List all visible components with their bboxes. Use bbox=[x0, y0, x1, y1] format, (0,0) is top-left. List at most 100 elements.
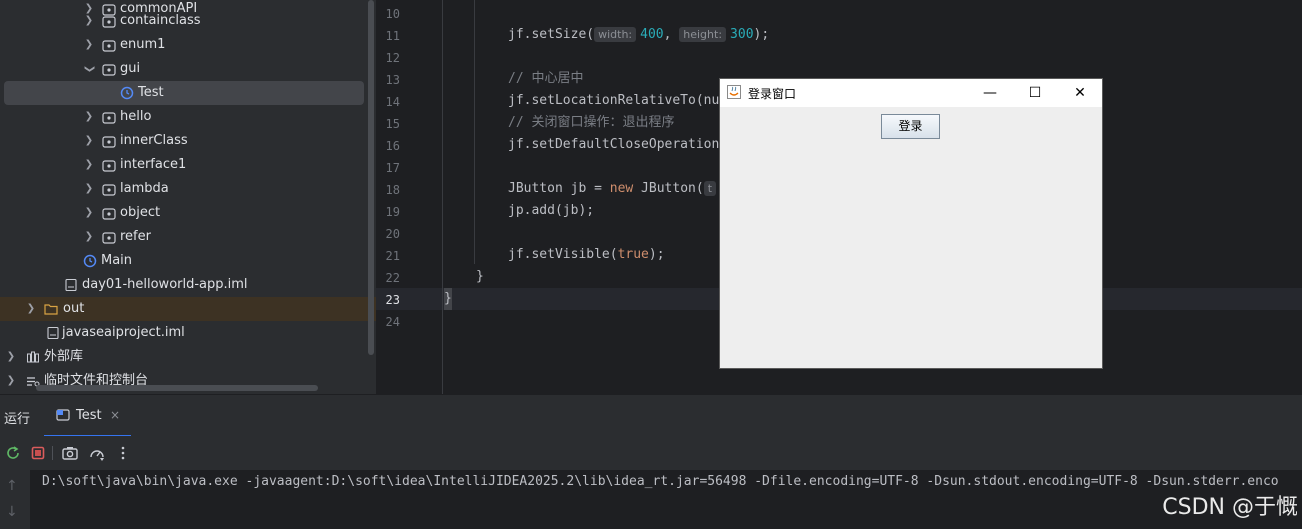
run-tab-label: Test bbox=[76, 408, 102, 423]
console-command-line: D:\soft\java\bin\java.exe -javaagent:D:\… bbox=[42, 474, 1279, 489]
line-number: 22 bbox=[385, 271, 400, 285]
tree-item-object[interactable]: ❯ object bbox=[4, 201, 364, 225]
tree-item-innerclass[interactable]: ❯ innerClass bbox=[4, 129, 364, 153]
package-icon bbox=[102, 16, 116, 28]
package-icon bbox=[102, 232, 116, 244]
code-number: 300 bbox=[730, 27, 754, 42]
code-keyword: new bbox=[609, 181, 634, 196]
window-titlebar[interactable]: 登录窗口 — ☐ ✕ bbox=[720, 79, 1102, 107]
line-number: 24 bbox=[385, 315, 400, 329]
scroll-up-icon[interactable]: ↑ bbox=[6, 478, 18, 494]
line-number-current: 23 bbox=[385, 293, 400, 307]
tree-item-external-libraries[interactable]: ❯ 外部库 bbox=[4, 345, 364, 369]
close-tab-icon[interactable]: × bbox=[110, 408, 120, 422]
tree-item-lambda[interactable]: ❯ lambda bbox=[4, 177, 364, 201]
code-line-13: // 中心居中 bbox=[508, 71, 584, 86]
tree-item-label: containclass bbox=[120, 13, 201, 28]
package-icon bbox=[102, 184, 116, 196]
rerun-icon[interactable] bbox=[4, 444, 22, 462]
package-icon bbox=[102, 112, 116, 124]
more-options-icon[interactable] bbox=[114, 444, 132, 462]
iml-file-icon bbox=[65, 278, 77, 292]
line-number: 14 bbox=[385, 95, 400, 109]
tree-item-label: interface1 bbox=[120, 157, 187, 172]
chevron-right-icon[interactable]: ❯ bbox=[82, 33, 96, 57]
console-side-toolbar: ↑ ↓ bbox=[0, 470, 30, 529]
chevron-right-icon[interactable]: ❯ bbox=[82, 177, 96, 201]
run-toolbar bbox=[0, 436, 1302, 470]
chevron-right-icon[interactable]: ❯ bbox=[82, 225, 96, 249]
chevron-right-icon[interactable]: ❯ bbox=[24, 297, 38, 321]
tree-vertical-scrollbar[interactable] bbox=[368, 0, 374, 355]
line-number: 19 bbox=[385, 205, 400, 219]
code-line-15: // 关闭窗口操作：退出程序 bbox=[508, 115, 675, 130]
chevron-right-icon[interactable]: ❯ bbox=[82, 9, 96, 33]
minimize-button[interactable]: — bbox=[967, 79, 1013, 107]
tree-item-containclass[interactable]: ❯ containclass bbox=[4, 9, 364, 33]
run-tool-window-header: 运行 Test × bbox=[0, 394, 1302, 437]
chevron-right-icon[interactable]: ❯ bbox=[82, 153, 96, 177]
tree-item-label: Main bbox=[101, 253, 133, 268]
line-number: 21 bbox=[385, 249, 400, 263]
code-text: jf.setVisible( bbox=[508, 247, 618, 262]
tree-item-interface1[interactable]: ❯ interface1 bbox=[4, 153, 364, 177]
tree-item-label: object bbox=[120, 205, 161, 220]
chevron-right-icon[interactable]: ❯ bbox=[4, 345, 18, 369]
line-number: 16 bbox=[385, 139, 400, 153]
run-tab-test[interactable]: Test × bbox=[44, 395, 131, 437]
close-button[interactable]: ✕ bbox=[1057, 79, 1103, 107]
package-icon bbox=[102, 40, 116, 52]
param-hint: height: bbox=[679, 27, 727, 42]
code-line-23: } bbox=[444, 288, 452, 310]
tree-item-label: Test bbox=[138, 85, 164, 100]
watermark: CSDN @于慨 bbox=[1162, 495, 1298, 520]
chevron-right-icon[interactable]: ❯ bbox=[82, 129, 96, 153]
package-icon bbox=[102, 64, 116, 76]
tree-item-refer[interactable]: ❯ refer bbox=[4, 225, 364, 249]
chevron-right-icon[interactable]: ❯ bbox=[4, 369, 18, 393]
code-line-19: jp.add(jb); bbox=[508, 203, 595, 218]
swing-login-window[interactable]: 登录窗口 — ☐ ✕ 登录 bbox=[719, 78, 1103, 369]
package-icon bbox=[102, 136, 116, 148]
tree-item-test[interactable]: Test bbox=[4, 81, 364, 105]
code-line-21: jf.setVisible(true); bbox=[508, 244, 665, 266]
tree-item-label: javaseaiproject.iml bbox=[62, 325, 185, 340]
window-title: 登录窗口 bbox=[748, 87, 797, 101]
line-number: 13 bbox=[385, 73, 400, 87]
tree-item-main[interactable]: Main bbox=[4, 249, 364, 273]
tree-item-hello[interactable]: ❯ hello bbox=[4, 105, 364, 129]
code-text: JButton jb = bbox=[508, 181, 610, 196]
indent-guide bbox=[442, 0, 443, 394]
chevron-right-icon[interactable]: ❯ bbox=[82, 105, 96, 129]
camera-icon[interactable] bbox=[61, 444, 79, 462]
console-output[interactable]: ↑ ↓ D:\soft\java\bin\java.exe -javaagent… bbox=[0, 470, 1302, 529]
tree-item-javaseaiproject-iml[interactable]: javaseaiproject.iml bbox=[4, 321, 364, 345]
chevron-right-icon[interactable]: ❯ bbox=[82, 201, 96, 225]
line-number: 20 bbox=[385, 227, 400, 241]
run-config-icon bbox=[56, 409, 70, 421]
tree-item-gui[interactable]: ❯ gui bbox=[4, 57, 364, 81]
line-number: 12 bbox=[385, 51, 400, 65]
code-line-11: jf.setSize(width: 400, height: 300); bbox=[508, 24, 769, 46]
code-line-14: jf.setLocationRelativeTo(nu bbox=[508, 93, 720, 108]
code-number: 400 bbox=[640, 27, 664, 42]
login-button[interactable]: 登录 bbox=[881, 114, 940, 139]
tree-item-label: gui bbox=[120, 61, 141, 76]
profiler-icon[interactable] bbox=[88, 444, 106, 462]
run-panel-label: 运行 bbox=[4, 412, 31, 427]
line-number: 10 bbox=[385, 7, 400, 21]
tree-item-out[interactable]: ❯ out bbox=[0, 297, 376, 321]
param-hint: t bbox=[703, 181, 717, 196]
stop-icon[interactable] bbox=[29, 444, 47, 462]
tree-item-label: 外部库 bbox=[44, 349, 84, 364]
scroll-down-icon[interactable]: ↓ bbox=[6, 504, 18, 520]
line-number: 15 bbox=[385, 117, 400, 131]
maximize-button[interactable]: ☐ bbox=[1012, 79, 1058, 107]
tree-item-enum1[interactable]: ❯ enum1 bbox=[4, 33, 364, 57]
tree-item-label: lambda bbox=[120, 181, 169, 196]
tree-item-day01-iml[interactable]: day01-helloworld-app.iml bbox=[4, 273, 364, 297]
chevron-down-icon[interactable]: ❯ bbox=[77, 62, 101, 76]
line-number-gutter: 10 11 12 13 14 15 16 17 18 19 20 21 22 2… bbox=[376, 0, 442, 394]
tree-horizontal-scrollbar[interactable] bbox=[36, 385, 318, 391]
java-coffee-icon bbox=[727, 85, 741, 99]
